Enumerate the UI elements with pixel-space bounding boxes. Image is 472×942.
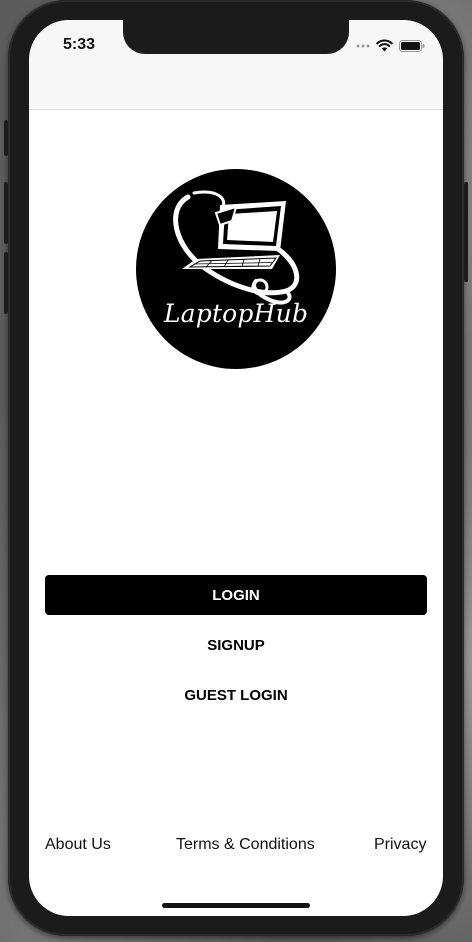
laptop-globe-icon bbox=[136, 169, 336, 369]
device-notch bbox=[123, 20, 349, 54]
signup-button[interactable]: SIGNUP bbox=[45, 625, 427, 665]
side-button-mute bbox=[4, 120, 8, 156]
side-button-volume-down bbox=[4, 252, 8, 314]
wifi-icon bbox=[376, 39, 393, 52]
side-button-power bbox=[464, 182, 468, 282]
about-us-link[interactable]: About Us bbox=[45, 836, 111, 854]
app-screen: 5:33 LaptopHub LOGIN SIGNUP GUEST LOGIN … bbox=[29, 20, 443, 916]
side-button-volume-up bbox=[4, 182, 8, 244]
home-indicator[interactable] bbox=[162, 903, 310, 908]
terms-conditions-link[interactable]: Terms & Conditions bbox=[176, 836, 315, 854]
privacy-link[interactable]: Privacy bbox=[374, 836, 426, 854]
brand-wordmark: LaptopHub bbox=[163, 299, 309, 328]
guest-login-button[interactable]: GUEST LOGIN bbox=[45, 675, 427, 715]
app-logo: LaptopHub bbox=[136, 169, 336, 369]
signal-dots-icon bbox=[356, 44, 370, 47]
status-time: 5:33 bbox=[63, 36, 96, 53]
battery-icon bbox=[399, 39, 425, 52]
status-bar: 5:33 bbox=[29, 20, 443, 110]
login-button[interactable]: LOGIN bbox=[45, 575, 427, 615]
status-icons bbox=[356, 39, 425, 52]
